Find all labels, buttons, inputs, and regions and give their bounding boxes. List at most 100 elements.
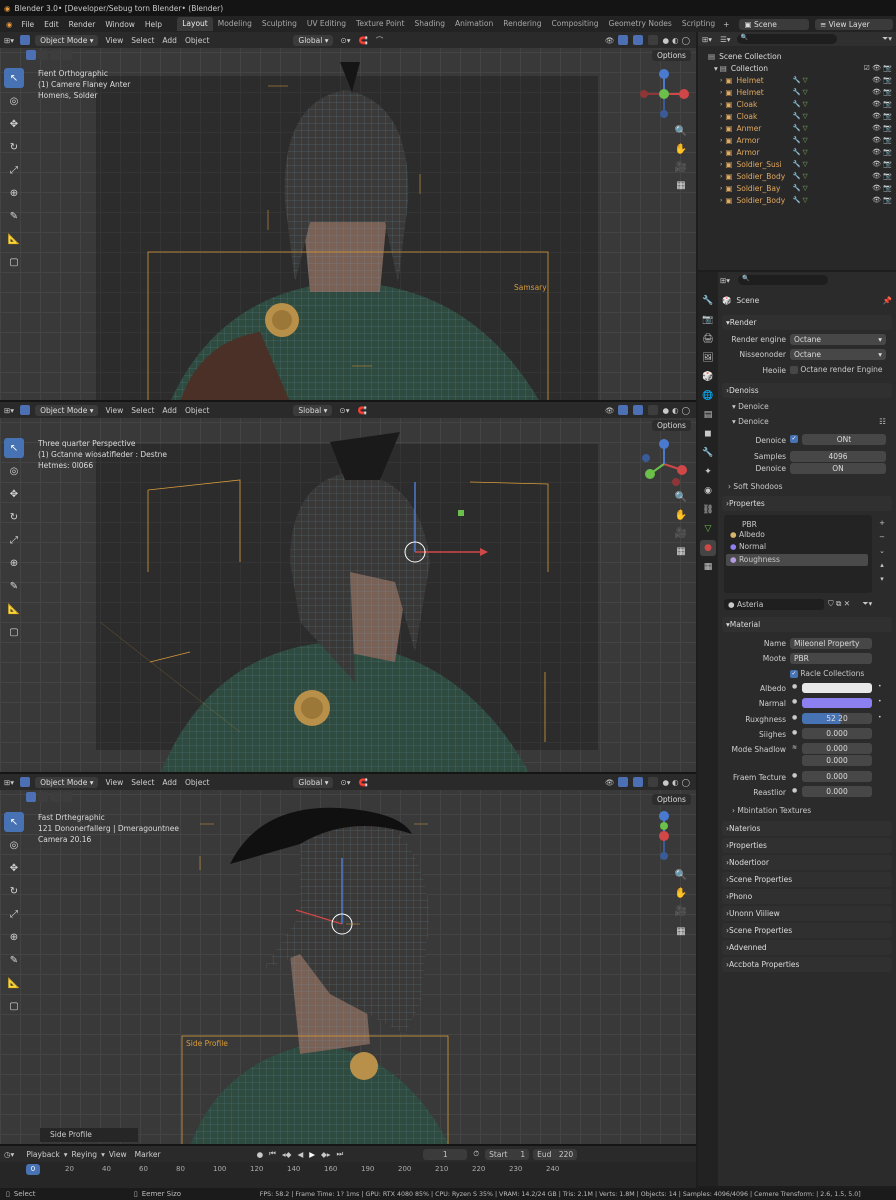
transform-tool-icon[interactable]: ⊕ [4, 183, 24, 203]
perspective-icon[interactable]: ▦ [672, 176, 690, 194]
visibility-icons[interactable]: 👁 📷 [872, 160, 892, 168]
collapsed-panel[interactable]: › Naterios [722, 821, 892, 836]
gizmo-toggle-icon[interactable] [617, 777, 628, 787]
camera-view-icon[interactable]: 🎥 [672, 524, 690, 542]
visibility-icons[interactable]: 👁 📷 [872, 184, 892, 192]
menu-object[interactable]: Object [181, 778, 213, 787]
scale-tool-icon[interactable]: ⤢ [4, 904, 24, 924]
move-tool-icon[interactable]: ✥ [4, 484, 24, 504]
options-button[interactable]: Options [652, 50, 691, 61]
render-option-checkbox[interactable]: Octane render Engine [790, 365, 883, 374]
texture-tab-icon[interactable]: ▦ [700, 559, 716, 575]
zoom-icon[interactable]: 🔍 [672, 488, 690, 506]
visibility-icons[interactable]: 👁 📷 [872, 148, 892, 156]
outliner-item[interactable]: › ▣ Cloak 🔧 ▽ 👁 📷 [708, 98, 896, 110]
filter-icon[interactable]: ⏷▾ [882, 34, 892, 44]
menu-add[interactable]: Add [158, 36, 181, 45]
collapsed-panel[interactable]: › Nodertioor [722, 855, 892, 870]
menu-file[interactable]: File [17, 20, 40, 29]
pivot-icon[interactable]: ⊙▾ [339, 406, 349, 415]
outliner-item[interactable]: › ▣ Soldier_Susi 🔧 ▽ 👁 📷 [708, 158, 896, 170]
visibility-icons[interactable]: 👁 📷 [872, 100, 892, 108]
mode-shadow-field[interactable]: 0.000 [802, 743, 872, 754]
visibility-icons[interactable]: 👁 📷 [872, 76, 892, 84]
modifier-tab-icon[interactable]: 🔧 [700, 445, 716, 461]
overlay-toggle-icon[interactable] [632, 405, 643, 415]
pin-icon[interactable]: 📌 [883, 296, 892, 305]
constraints-tab-icon[interactable]: ⛓ [700, 502, 716, 518]
output-tab-icon[interactable]: 🖨 [700, 331, 716, 347]
annotate-tool-icon[interactable]: ✎ [4, 950, 24, 970]
props-search-input[interactable]: 🔍 [738, 275, 829, 285]
expand-icon[interactable]: › [720, 185, 722, 192]
shading-solid-icon[interactable]: ● [663, 778, 670, 787]
pan-icon[interactable]: ✋ [672, 506, 690, 524]
transform-orientation-dropdown[interactable]: Slobal ▾ [293, 404, 333, 416]
outliner-item[interactable]: › ▣ Armor 🔧 ▽ 👁 📷 [708, 134, 896, 146]
remove-slot-icon[interactable]: − [876, 530, 888, 544]
sights-field[interactable]: 0.000 [802, 728, 872, 739]
duplicate-icon[interactable]: ⧉ [836, 599, 841, 608]
denoise-checkbox[interactable]: ✓ [790, 435, 798, 443]
shading-material-icon[interactable]: ◐ [672, 778, 679, 787]
world-tab-icon[interactable]: 🌐 [700, 388, 716, 404]
visibility-icon[interactable]: 👁 [605, 778, 615, 787]
material-selector[interactable]: ● Asteria [724, 599, 824, 610]
move-down-icon[interactable]: ▾ [876, 572, 888, 586]
normal-color-swatch[interactable] [802, 698, 872, 708]
visibility-icons[interactable]: 👁 📷 [872, 124, 892, 132]
visibility-icons[interactable]: 👁 📷 [872, 112, 892, 120]
pan-icon[interactable]: ✋ [672, 884, 690, 902]
add-workspace-icon[interactable]: + [723, 20, 729, 29]
navigation-gizmo[interactable] [636, 66, 692, 122]
snap-icon[interactable]: 🧲 [357, 406, 366, 415]
menu-select[interactable]: Select [127, 406, 158, 415]
menu-render[interactable]: Render [64, 20, 101, 29]
render-tab-icon[interactable]: 📷 [700, 312, 716, 328]
mode-extend-icon[interactable] [38, 50, 48, 60]
select-box-icon[interactable] [20, 35, 31, 45]
menu-edit[interactable]: Edit [39, 20, 64, 29]
data-tab-icon[interactable]: ▽ [700, 521, 716, 537]
keyframe-icon[interactable]: • [878, 698, 882, 705]
expand-icon[interactable]: › [720, 101, 722, 108]
render-panel-header[interactable]: ▾ Render [722, 315, 892, 330]
expand-icon[interactable]: › [720, 173, 722, 180]
zoom-icon[interactable]: 🔍 [672, 122, 690, 140]
albedo-color-swatch[interactable] [802, 683, 872, 693]
zoom-icon[interactable]: 🔍 [672, 866, 690, 884]
menu-add[interactable]: Add [158, 406, 181, 415]
select-box-icon[interactable] [20, 777, 31, 787]
unlink-icon[interactable]: ✕ [844, 599, 850, 608]
menu-view[interactable]: View [101, 36, 127, 45]
expand-icon[interactable]: › [720, 149, 722, 156]
collapsed-panel[interactable]: › Advenned [722, 940, 892, 955]
expand-icon[interactable]: › [720, 113, 722, 120]
rotate-tool-icon[interactable]: ↻ [4, 881, 24, 901]
mode-new-icon[interactable] [26, 50, 36, 60]
fresh-texture-field[interactable]: 0.000 [802, 771, 872, 782]
expand-icon[interactable]: › [720, 125, 722, 132]
socket-icon[interactable]: ≋ [792, 744, 797, 751]
visibility-icons[interactable]: 👁 📷 [872, 196, 892, 204]
snap-icon[interactable]: 🧲 [359, 778, 368, 787]
menu-object[interactable]: Object [181, 36, 213, 45]
outliner-collection[interactable]: ▾ ▤ Collection ☑ 👁 📷 [708, 62, 896, 74]
material-tab-icon[interactable]: ● [700, 540, 716, 556]
props-editor-icon[interactable]: ⊞▾ [720, 276, 730, 285]
slot-roughness[interactable]: ● Roughness [726, 554, 868, 566]
collections-checkbox[interactable]: ✓ Racle Collections [790, 669, 864, 678]
visibility-icon[interactable]: 👁 [605, 406, 615, 415]
collapsed-panel[interactable]: › Phono [722, 889, 892, 904]
denoise-value[interactable]: ONt [802, 434, 886, 445]
socket-icon[interactable]: ● [792, 714, 797, 721]
expand-icon[interactable]: › [720, 89, 722, 96]
add-cube-tool-icon[interactable]: ▢ [4, 252, 24, 272]
denoise-panel-header[interactable]: › Denoiss [722, 383, 892, 398]
denoise-subpanel-2[interactable]: ▾ Denoice ☷ [732, 417, 888, 426]
outliner-item[interactable]: › ▣ Soldier_Bay 🔧 ▽ 👁 📷 [708, 182, 896, 194]
physics-tab-icon[interactable]: ◉ [700, 483, 716, 499]
add-slot-icon[interactable]: + [876, 516, 888, 530]
outliner-item[interactable]: › ▣ Soldier_Body 🔧 ▽ 👁 📷 [708, 194, 896, 206]
shield-icon[interactable]: ⛉ [828, 599, 834, 608]
